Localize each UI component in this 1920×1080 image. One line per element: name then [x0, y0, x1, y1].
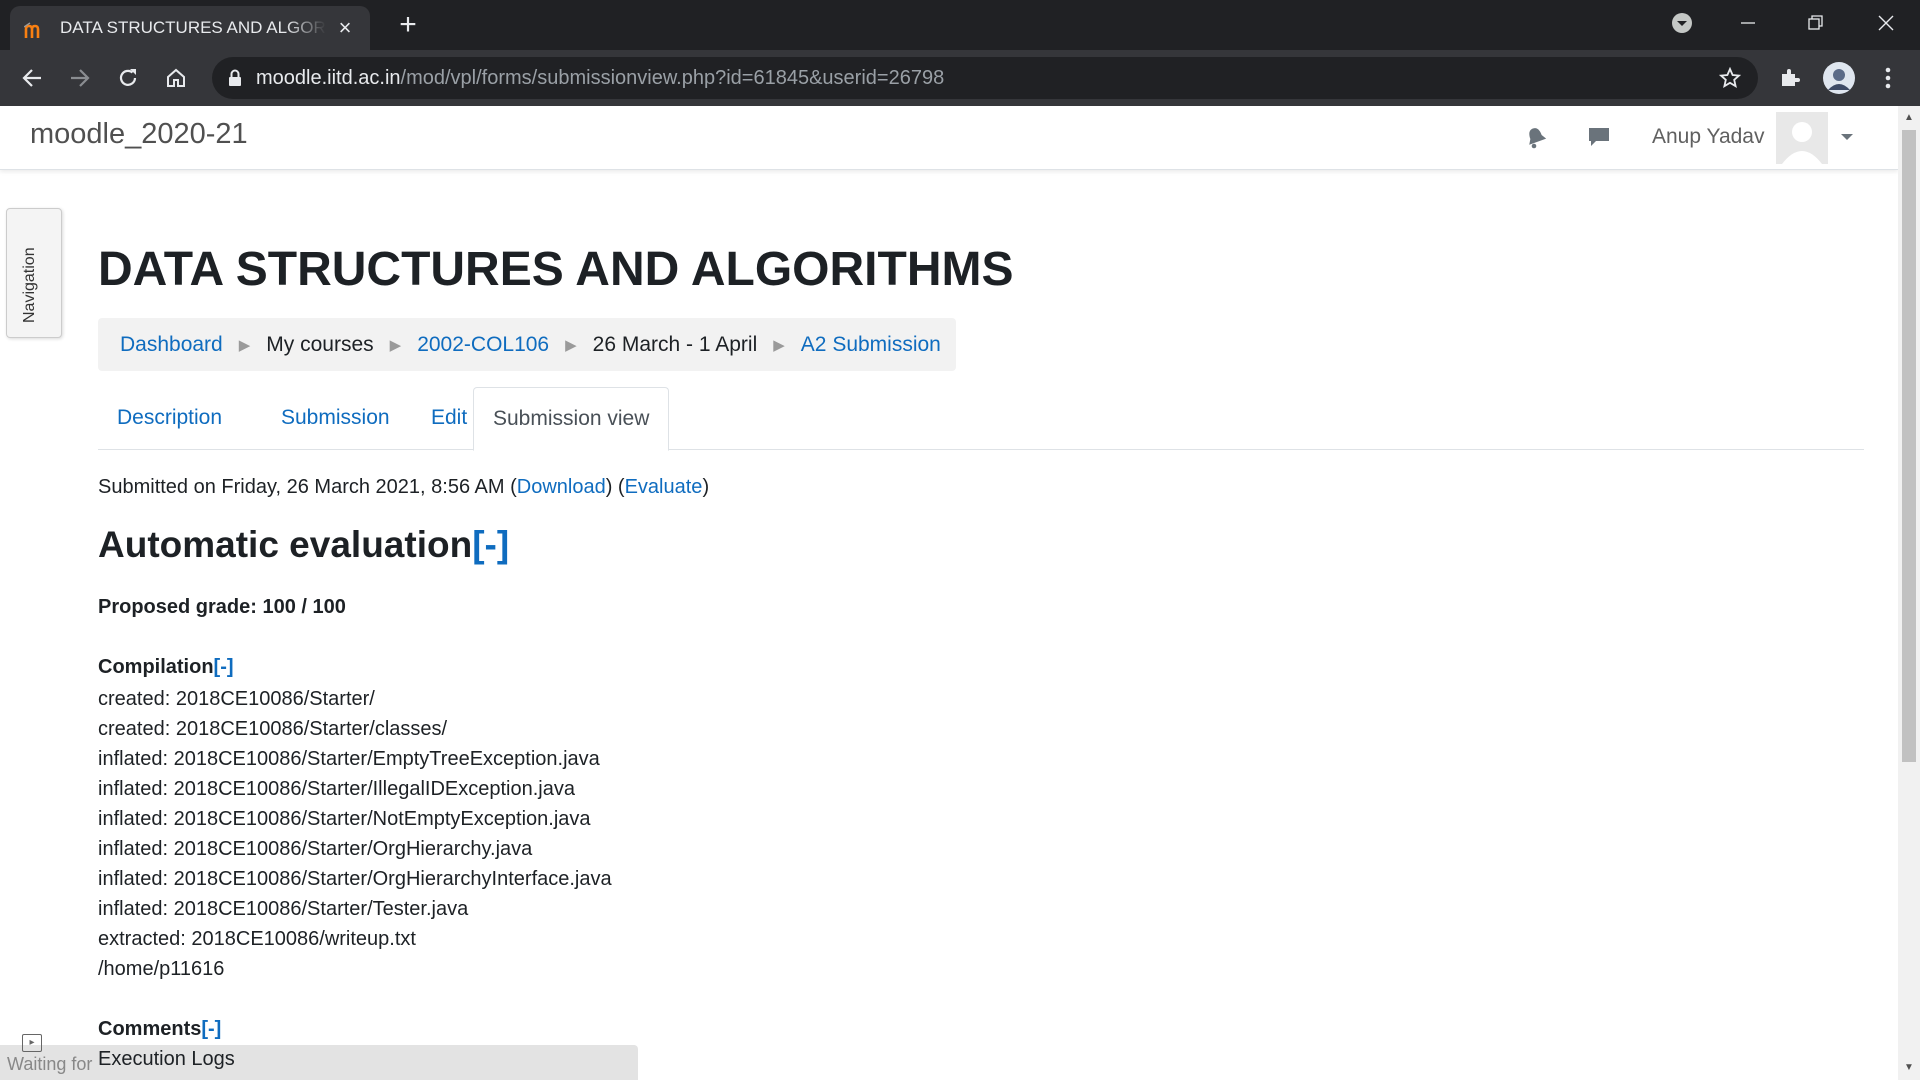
bookmark-star-icon[interactable]: [1710, 58, 1750, 98]
compilation-line: inflated: 2018CE10086/Starter/Tester.jav…: [98, 898, 469, 920]
compilation-line: /home/p11616: [98, 958, 225, 980]
submitted-date-text: Submitted on Friday, 26 March 2021, 8:56…: [98, 476, 511, 498]
breadcrumb: Dashboard ▶ My courses ▶ 2002-COL106 ▶ 2…: [98, 318, 956, 371]
compilation-line: inflated: 2018CE10086/Starter/OrgHierarc…: [98, 838, 533, 860]
restore-icon[interactable]: [1782, 0, 1850, 46]
breadcrumb-course[interactable]: 2002-COL106: [417, 333, 549, 357]
automatic-evaluation-heading: Automatic evaluation[-]: [98, 524, 509, 566]
scroll-down-arrow-icon[interactable]: ▼: [1898, 1058, 1920, 1078]
scroll-up-arrow-icon[interactable]: ▲: [1898, 108, 1920, 128]
navigation-drawer-toggle[interactable]: Navigation: [6, 208, 62, 338]
tab-description[interactable]: Description: [98, 387, 241, 450]
download-link[interactable]: Download: [517, 476, 606, 498]
url-host: moodle.iitd.ac.in: [256, 66, 401, 89]
course-title: DATA STRUCTURES AND ALGORITHMS: [98, 243, 1014, 296]
breadcrumb-section: 26 March - 1 April: [592, 332, 758, 356]
activity-tabs: Description Submission Edit Submission v…: [98, 387, 1864, 451]
comments-heading: Comments[-]: [98, 1018, 221, 1041]
breadcrumb-dashboard[interactable]: Dashboard: [120, 333, 223, 357]
page-viewport: moodle_2020-21 Anup Yadav Navigation DAT…: [0, 106, 1898, 1080]
compilation-title: Compilation: [98, 656, 214, 678]
tab-submission[interactable]: Submission: [262, 387, 409, 450]
forward-icon[interactable]: [60, 58, 100, 98]
compilation-line: extracted: 2018CE10086/writeup.txt: [98, 928, 416, 950]
execution-logs-label: Execution Logs: [98, 1048, 235, 1070]
footer-expand-icon[interactable]: ▸: [22, 1034, 42, 1052]
automatic-evaluation-collapse-toggle[interactable]: [-]: [472, 524, 509, 565]
page-scrollbar[interactable]: ▲ ▼: [1898, 106, 1920, 1080]
browser-tab[interactable]: DATA STRUCTURES AND ALGORITHMS ×: [10, 6, 370, 50]
breadcrumb-separator-icon: ▶: [238, 336, 251, 354]
user-menu-caret-icon[interactable]: [1838, 128, 1856, 146]
user-avatar[interactable]: [1776, 112, 1828, 164]
back-icon[interactable]: [12, 58, 52, 98]
site-name-link[interactable]: moodle_2020-21: [30, 118, 248, 151]
extensions-icon[interactable]: [1770, 58, 1810, 98]
paren-close: ): [702, 476, 710, 498]
notifications-bell-icon[interactable]: [1519, 120, 1553, 154]
compilation-heading: Compilation[-]: [98, 656, 234, 679]
comments-collapse-toggle[interactable]: [-]: [201, 1018, 221, 1040]
user-name[interactable]: Anup Yadav: [1652, 125, 1765, 149]
browser-status-bar: Waiting for: [0, 1045, 638, 1080]
compilation-collapse-toggle[interactable]: [-]: [214, 656, 234, 678]
compilation-line: inflated: 2018CE10086/Starter/EmptyTreeE…: [98, 748, 600, 770]
chrome-menu-icon[interactable]: [1868, 58, 1908, 98]
automatic-evaluation-title: Automatic evaluation: [98, 524, 473, 565]
compilation-line: created: 2018CE10086/Starter/classes/: [98, 718, 448, 740]
breadcrumb-separator-icon: ▶: [389, 336, 402, 354]
close-window-icon[interactable]: [1852, 0, 1920, 46]
submission-info: Submitted on Friday, 26 March 2021, 8:56…: [98, 476, 709, 499]
paren-gap: ) (: [605, 476, 625, 498]
tab-submission-view[interactable]: Submission view: [473, 387, 670, 451]
browser-toolbar: moodle.iitd.ac.in/mod/vpl/forms/submissi…: [0, 50, 1920, 106]
moodle-navbar: moodle_2020-21 Anup Yadav: [0, 106, 1898, 170]
breadcrumb-activity[interactable]: A2 Submission: [801, 333, 941, 357]
compilation-line: inflated: 2018CE10086/Starter/NotEmptyEx…: [98, 808, 591, 830]
tab-close-icon[interactable]: ×: [334, 17, 356, 39]
status-bar-text: Waiting for: [7, 1054, 93, 1074]
breadcrumb-separator-icon: ▶: [565, 336, 577, 354]
profile-avatar-icon[interactable]: [1819, 58, 1859, 98]
url-path: /mod/vpl/forms/submissionview.php?id=618…: [400, 66, 945, 89]
minimize-icon[interactable]: [1714, 0, 1782, 46]
evaluate-link[interactable]: Evaluate: [625, 476, 703, 498]
address-bar[interactable]: moodle.iitd.ac.in/mod/vpl/forms/submissi…: [212, 57, 1758, 99]
reload-icon[interactable]: [108, 58, 148, 98]
browser-tab-strip: DATA STRUCTURES AND ALGORITHMS × +: [0, 0, 1920, 50]
compilation-line: created: 2018CE10086/Starter/: [98, 688, 375, 710]
paren-open: (: [510, 476, 517, 498]
compilation-line: inflated: 2018CE10086/Starter/IllegalIDE…: [98, 778, 575, 800]
proposed-grade: Proposed grade: 100 / 100: [98, 596, 346, 618]
tab-search-icon[interactable]: [1648, 0, 1716, 46]
messages-chat-icon[interactable]: [1582, 120, 1616, 154]
breadcrumb-separator-icon: ▶: [773, 336, 785, 354]
browser-tab-title: DATA STRUCTURES AND ALGORITHMS: [60, 18, 326, 37]
compilation-line: inflated: 2018CE10086/Starter/OrgHierarc…: [98, 868, 612, 890]
comments-title: Comments: [98, 1018, 202, 1040]
home-icon[interactable]: [156, 58, 196, 98]
lock-icon[interactable]: [228, 69, 242, 87]
breadcrumb-my-courses: My courses: [266, 332, 374, 356]
compilation-output: created: 2018CE10086/Starter/ created: 2…: [98, 684, 612, 984]
scrollbar-thumb[interactable]: [1902, 130, 1916, 762]
navigation-drawer-label: Navigation: [21, 247, 38, 323]
new-tab-icon[interactable]: +: [392, 10, 424, 42]
moodle-favicon-icon: [24, 17, 46, 39]
